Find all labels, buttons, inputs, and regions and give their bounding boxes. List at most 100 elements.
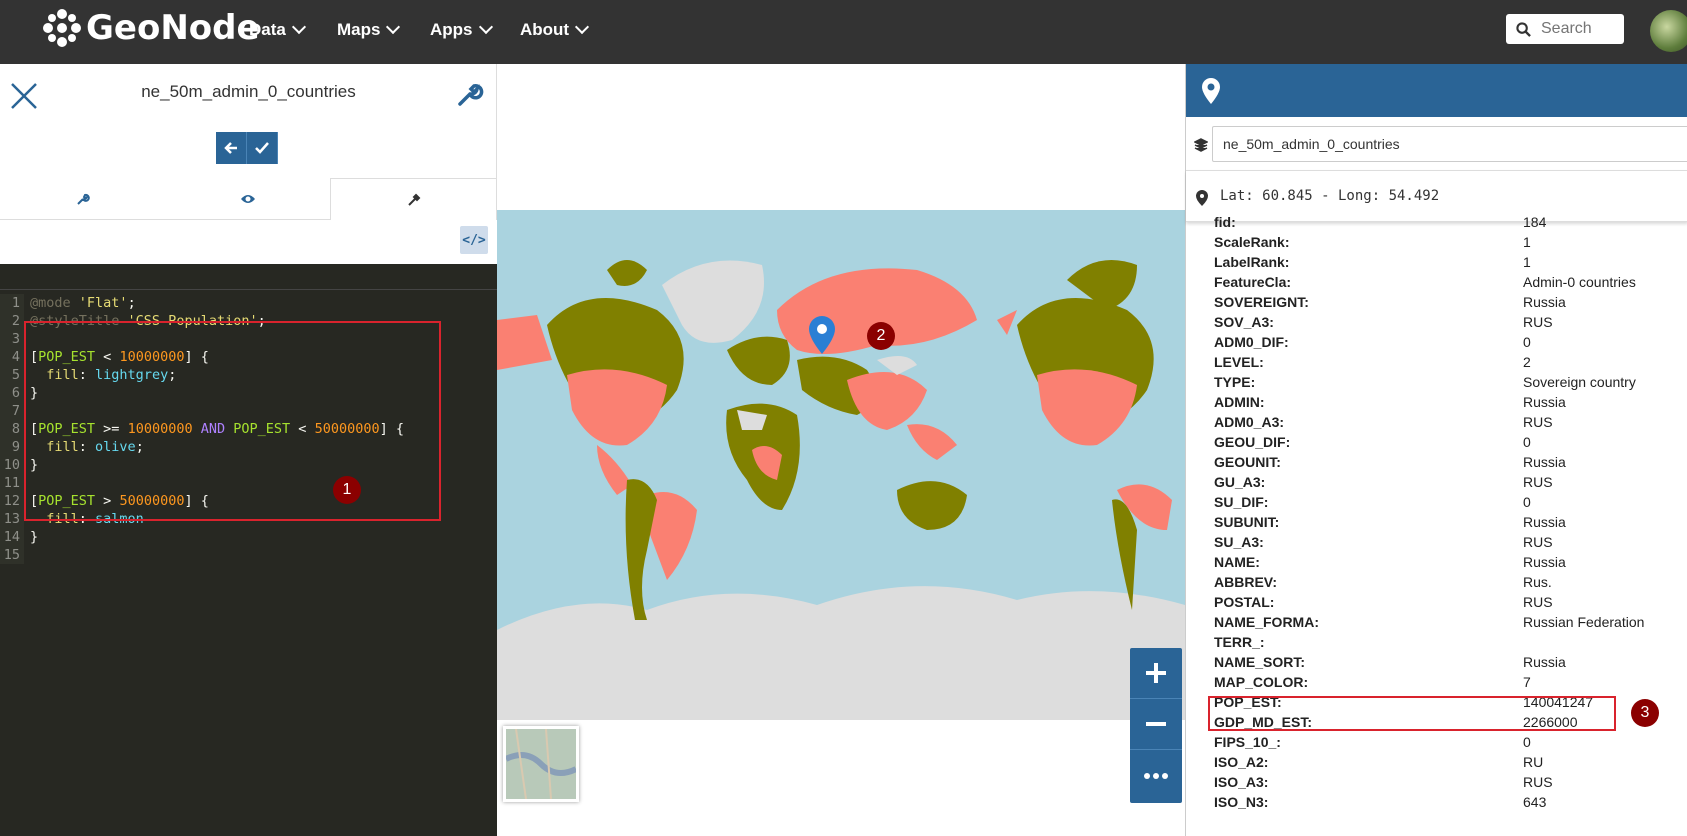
property-row: FeatureCla: Admin-0 countries (1214, 274, 1674, 294)
wrench-icon (76, 193, 90, 205)
style-action-buttons (216, 132, 278, 164)
property-row: ISO_A2: RU (1214, 754, 1674, 774)
zoom-out-button[interactable] (1130, 699, 1182, 750)
property-key: ScaleRank: (1214, 234, 1290, 250)
property-row: SUBUNIT: Russia (1214, 514, 1674, 534)
line-number: 6 (0, 384, 24, 402)
chevron-down-icon (478, 19, 493, 35)
arrow-left-icon (224, 142, 237, 154)
tab-settings[interactable] (0, 178, 165, 220)
layer-title: ne_50m_admin_0_countries (141, 82, 356, 101)
nav-maps[interactable]: Maps (337, 19, 401, 40)
callout-3: 3 (1631, 699, 1659, 727)
property-key: FeatureCla: (1214, 274, 1292, 290)
line-number: 14 (0, 528, 24, 546)
line-number: 13 (0, 510, 24, 528)
property-value: RU (1523, 754, 1544, 770)
editor-header-bar (0, 264, 497, 290)
nav-apps[interactable]: Apps (430, 19, 493, 40)
property-row: GEOU_DIF: 0 (1214, 434, 1674, 454)
property-value: 2 (1523, 354, 1531, 370)
code-text: } (30, 529, 39, 545)
property-row: ADM0_DIF: 0 (1214, 334, 1674, 354)
minus-icon (1146, 722, 1166, 726)
apply-button[interactable] (247, 132, 278, 164)
coordinates-text: Lat: 60.845 - Long: 54.492 (1220, 188, 1440, 204)
property-value: 184 (1523, 214, 1547, 230)
callout-1: 1 (333, 476, 361, 504)
property-key: ADM0_DIF: (1214, 334, 1289, 350)
nav-data[interactable]: Data (249, 19, 306, 40)
property-row: NAME_FORMA: Russian Federation (1214, 614, 1674, 634)
property-row: SOVEREIGNT: Russia (1214, 294, 1674, 314)
highlight-box-1 (24, 321, 441, 521)
geonode-logo[interactable]: GeoNode (42, 8, 260, 48)
property-row: GEOUNIT: Russia (1214, 454, 1674, 474)
world-map[interactable] (497, 210, 1185, 720)
line-number: 8 (0, 420, 24, 438)
code-line[interactable]: 1 @mode 'Flat'; (0, 294, 497, 312)
property-key: LabelRank: (1214, 254, 1290, 270)
nav-about[interactable]: About (520, 19, 590, 40)
callout-2: 2 (867, 322, 895, 350)
line-number: 10 (0, 456, 24, 474)
eye-icon (240, 194, 255, 203)
property-value: Russia (1523, 514, 1566, 530)
property-key: ABBREV: (1214, 574, 1278, 590)
wrench-icon[interactable] (456, 80, 484, 108)
chevron-down-icon (291, 19, 306, 35)
code-icon[interactable]: </> (460, 226, 488, 254)
layer-select[interactable]: ne_50m_admin_0_countries (1212, 126, 1687, 162)
property-row: SOV_A3: RUS (1214, 314, 1674, 334)
eyedropper-icon (407, 193, 420, 206)
code-line[interactable]: 14} (0, 528, 497, 546)
brand-name: GeoNode (86, 8, 260, 48)
property-value: 0 (1523, 334, 1531, 350)
line-number: 1 (0, 294, 24, 312)
property-key: ISO_N3: (1214, 794, 1269, 810)
line-number: 15 (0, 546, 24, 564)
property-value: Russia (1523, 294, 1566, 310)
property-key: SU_A3: (1214, 534, 1264, 550)
property-key: ISO_A2: (1214, 754, 1269, 770)
back-button[interactable] (216, 132, 247, 164)
property-value: Rus. (1523, 574, 1552, 590)
check-icon (255, 142, 269, 154)
code-line[interactable]: 15 (0, 546, 497, 564)
line-number: 5 (0, 366, 24, 384)
property-value: 1 (1523, 254, 1531, 270)
map-marker-icon[interactable] (808, 316, 836, 356)
line-number: 12 (0, 492, 24, 510)
property-value: 0 (1523, 434, 1531, 450)
map-viewport[interactable]: 2 (497, 64, 1185, 836)
property-row: GU_A3: RUS (1214, 474, 1674, 494)
ellipsis-icon (1144, 772, 1168, 779)
property-value: Russia (1523, 654, 1566, 670)
tab-preview[interactable] (165, 178, 330, 220)
nav-data-label: Data (249, 20, 286, 39)
property-key: GEOUNIT: (1214, 454, 1281, 470)
property-value: 0 (1523, 734, 1531, 750)
property-value: RUS (1523, 594, 1553, 610)
chevron-down-icon (575, 19, 590, 35)
property-key: fid: (1214, 214, 1236, 230)
property-value: Sovereign country (1523, 374, 1636, 390)
geonode-logo-icon (43, 9, 81, 47)
property-row: LEVEL: 2 (1214, 354, 1674, 374)
nav-maps-label: Maps (337, 20, 381, 39)
css-code-editor[interactable]: 1 @mode 'Flat'; 2 @styleTitle 'CSS Populati… (0, 264, 497, 836)
property-key: TERR_: (1214, 634, 1265, 650)
property-value: 7 (1523, 674, 1531, 690)
editor-toolbar (0, 220, 497, 264)
search-box[interactable] (1506, 14, 1624, 44)
line-number: 11 (0, 474, 24, 492)
zoom-in-button[interactable] (1130, 648, 1182, 699)
search-input[interactable] (1541, 20, 1611, 38)
avatar[interactable] (1650, 10, 1687, 52)
tab-style-code[interactable] (330, 178, 497, 220)
property-value: Russia (1523, 394, 1566, 410)
nav-about-label: About (520, 20, 570, 39)
more-options-button[interactable] (1130, 750, 1182, 801)
background-switcher-thumbnail[interactable] (503, 726, 579, 802)
